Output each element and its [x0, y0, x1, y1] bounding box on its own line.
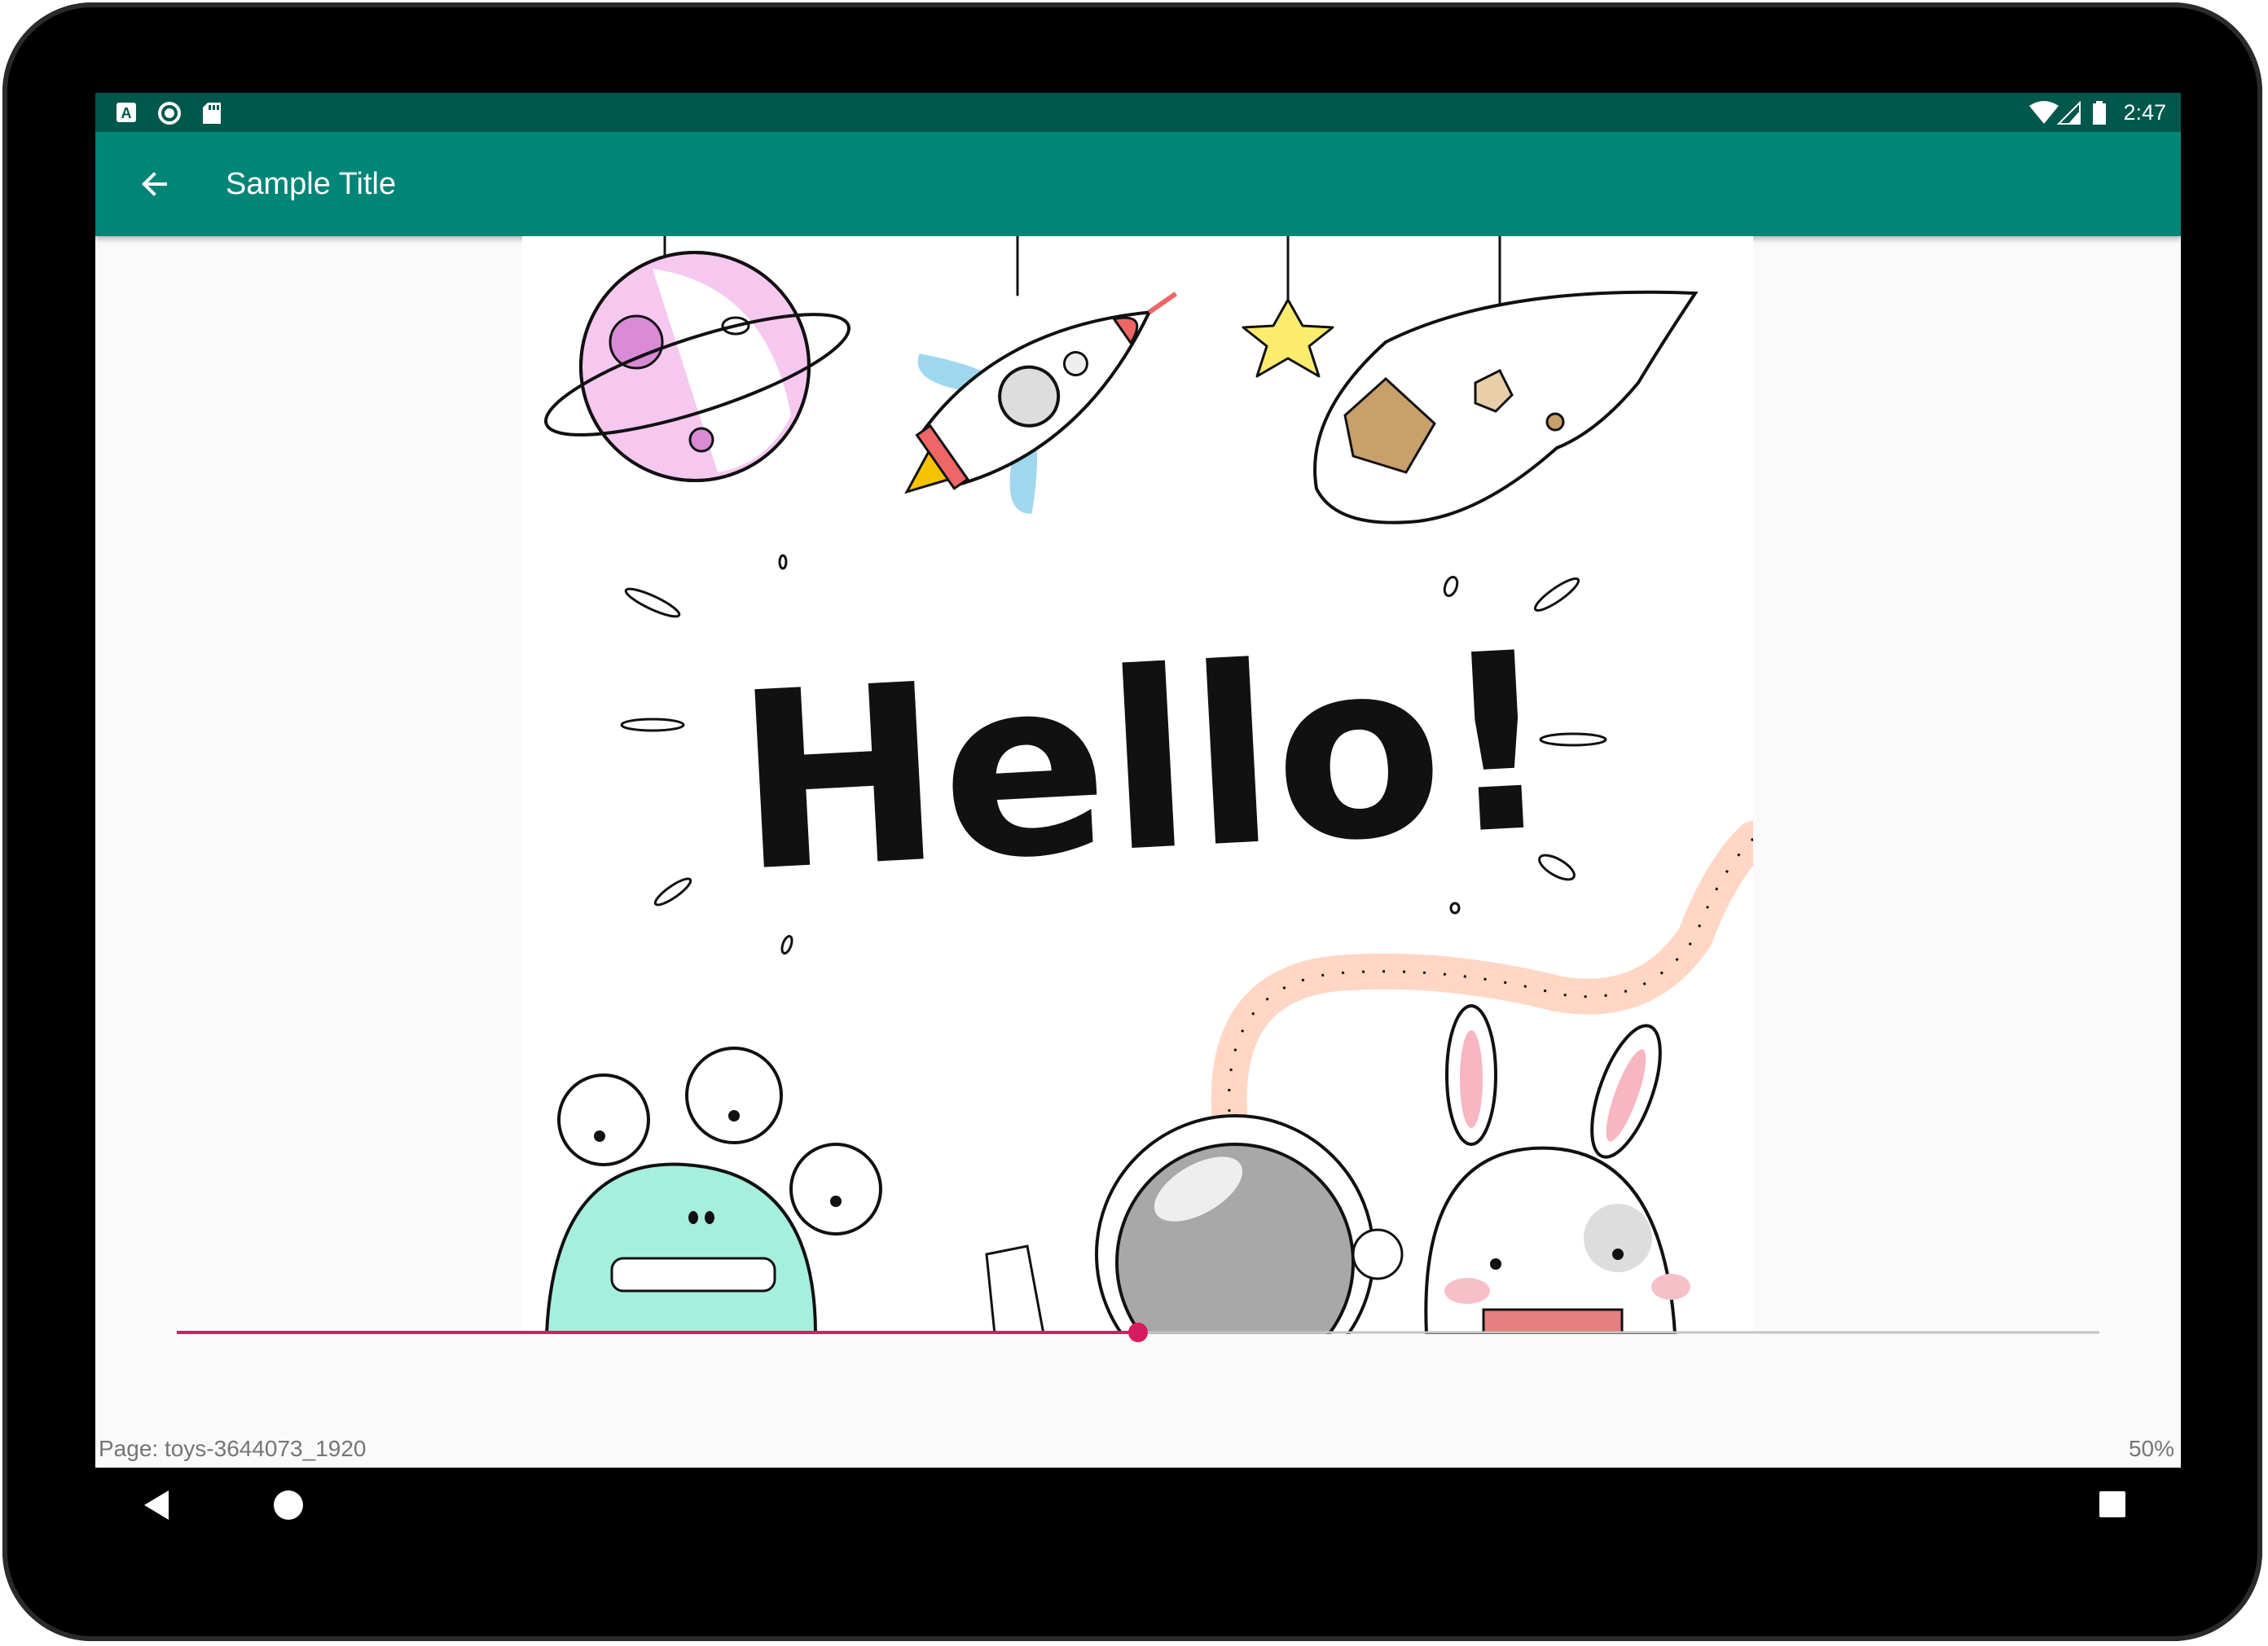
page-image: Hello! [522, 235, 1771, 1394]
bunny-drawing [1424, 1004, 1690, 1336]
meteor-drawing [1313, 290, 1699, 525]
progress-percent-label: 50% [2128, 1436, 2174, 1461]
hello-text: Hello! [730, 599, 1561, 926]
page-slider[interactable] [177, 1308, 2099, 1357]
astronaut-drawing [985, 1114, 1404, 1394]
battery-icon [2093, 101, 2106, 125]
rocket-drawing [904, 292, 1178, 514]
navigation-bar [2, 1468, 2268, 1557]
screen: A 2:47 Sample Title Hello! Page: toys-36… [95, 93, 2181, 1468]
status-bar: A 2:47 [95, 93, 2181, 132]
alien-drawing [544, 1047, 882, 1336]
svg-text:A: A [121, 105, 132, 121]
a-icon: A [116, 103, 136, 122]
back-button[interactable] [128, 158, 180, 210]
arrow-back-icon [142, 172, 167, 196]
tablet-frame: A 2:47 Sample Title Hello! Page: toys-36… [2, 2, 2262, 1641]
page-title: Sample Title [226, 167, 397, 201]
slider-thumb[interactable] [1128, 1323, 1148, 1342]
recents-square-icon[interactable] [2099, 1490, 2126, 1518]
star-drawing [1242, 298, 1334, 378]
page-name-label: Page: toys-3644073_1920 [99, 1436, 367, 1461]
circle-icon [158, 102, 181, 125]
app-bar: Sample Title [95, 132, 2181, 236]
planet-drawing [544, 251, 850, 482]
signal-icon [2057, 101, 2081, 125]
hello-illustration: Hello! [544, 235, 1771, 1394]
sd-card-icon [203, 103, 221, 124]
home-circle-icon[interactable] [272, 1489, 305, 1521]
wifi-icon [2029, 101, 2059, 124]
back-triangle-icon[interactable] [141, 1489, 174, 1521]
clock: 2:47 [2123, 100, 2166, 125]
